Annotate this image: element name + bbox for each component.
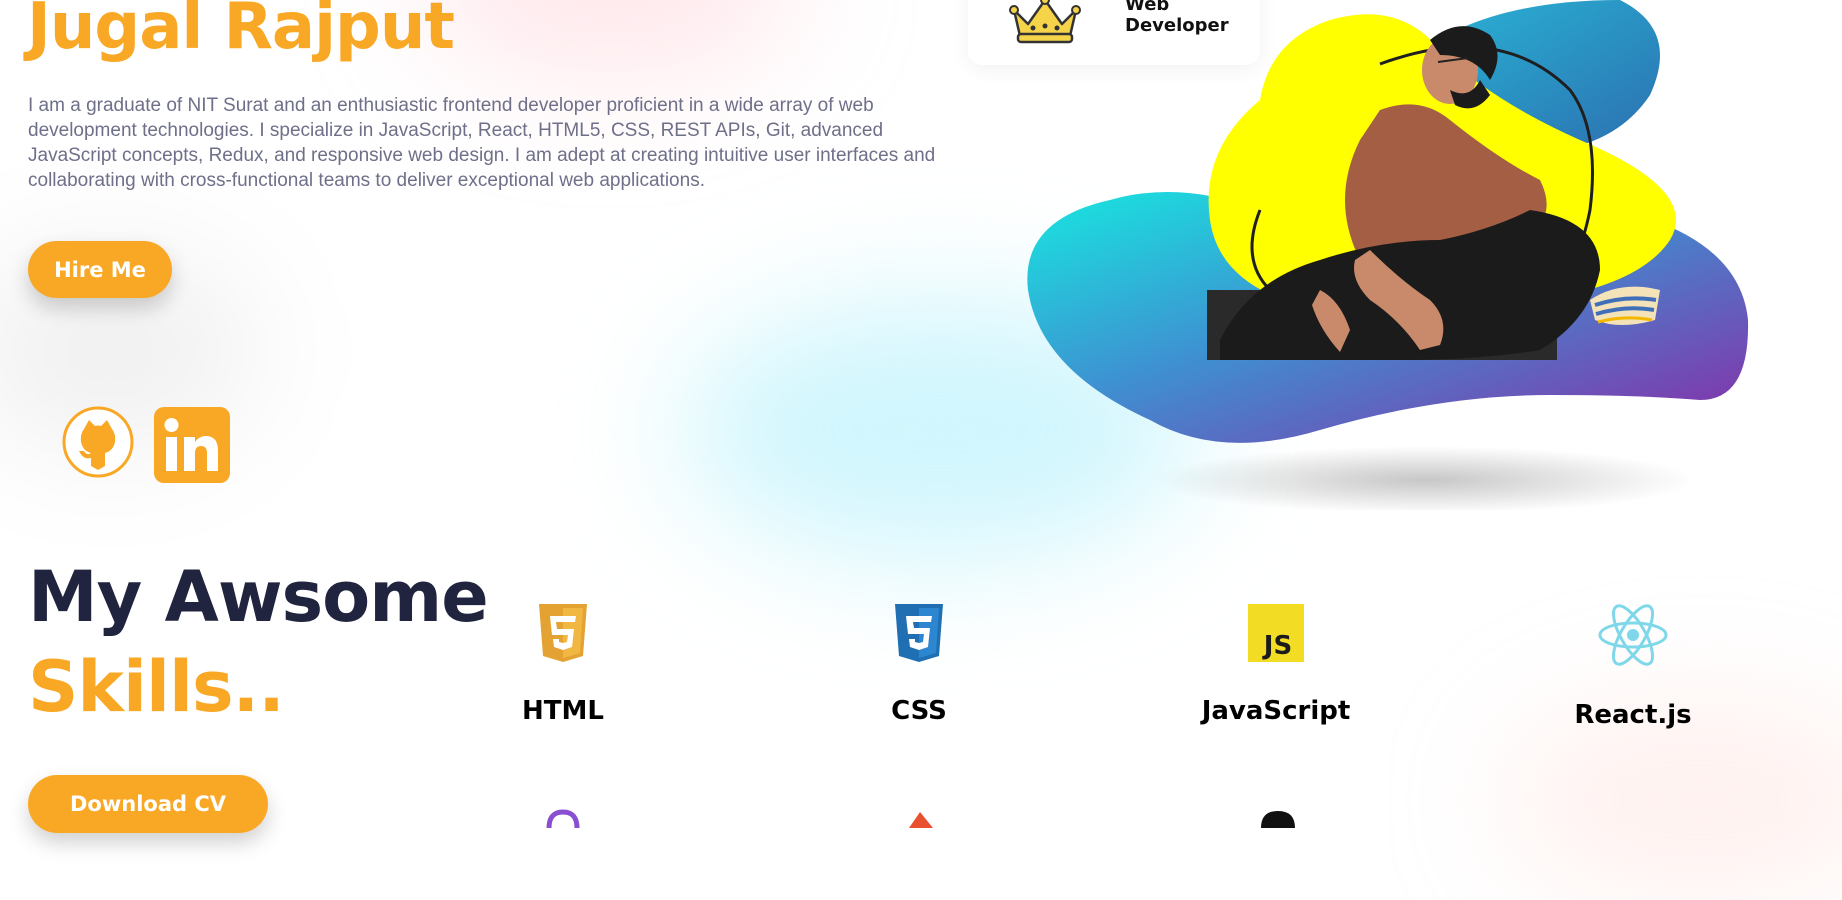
download-cv-button[interactable]: Download CV (28, 775, 268, 833)
skill-card-react: React.js (1523, 602, 1743, 730)
skills-heading: My Awsome Skills.. (28, 552, 489, 732)
github-icon (62, 406, 134, 478)
skill-label-javascript: JavaScript (1201, 696, 1351, 726)
skill-card-html: HTML (453, 602, 673, 726)
skill-label-react: React.js (1574, 700, 1692, 730)
skill-icon-partial-red (909, 812, 933, 828)
skill-label-css: CSS (891, 696, 947, 726)
javascript-icon: JS (1248, 604, 1304, 662)
html5-icon (539, 604, 587, 662)
skill-label-html: HTML (522, 696, 604, 726)
linkedin-link[interactable] (153, 406, 231, 484)
hero-name: Jugal Rajput (27, 0, 455, 64)
hero-illustration (1027, 0, 1749, 510)
skill-card-javascript: JS JavaScript (1166, 602, 1386, 726)
skill-icon-partial-black (1261, 811, 1295, 828)
react-icon (1598, 604, 1668, 666)
hero-floor-shadow (1155, 446, 1695, 510)
github-link[interactable] (62, 406, 134, 478)
skill-icon-partial-purple (546, 809, 580, 828)
css3-icon (895, 604, 943, 662)
skill-card-css: CSS (809, 602, 1029, 726)
background-glow-pink (420, 0, 800, 80)
skills-heading-line1: My Awsome (28, 556, 489, 638)
svg-text:JS: JS (1262, 631, 1292, 661)
background-glow-peach (1500, 700, 1842, 900)
hire-me-button[interactable]: Hire Me (28, 241, 172, 298)
skills-heading-line2: Skills.. (28, 646, 285, 728)
hero-bio: I am a graduate of NIT Surat and an enth… (28, 95, 936, 191)
linkedin-icon (154, 407, 230, 483)
